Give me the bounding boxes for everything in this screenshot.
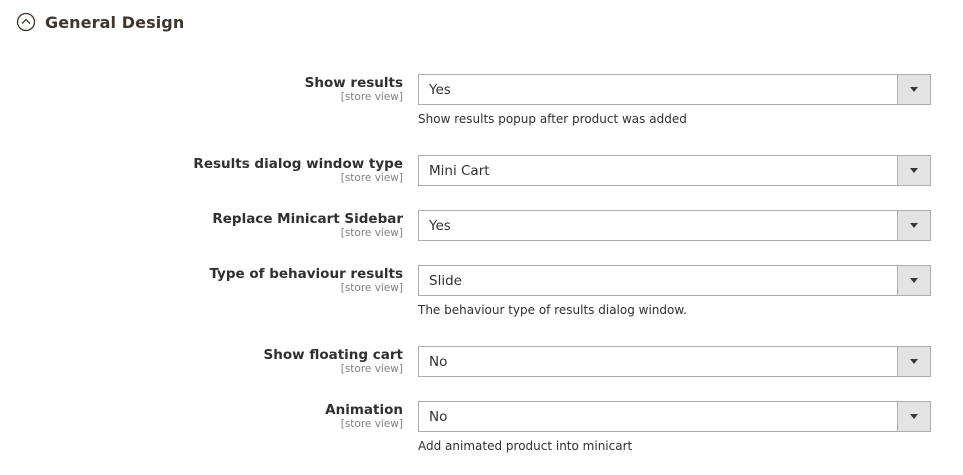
field-label-group: Animation [store view] bbox=[325, 401, 403, 430]
scope-label: [store view] bbox=[340, 172, 403, 184]
section-header-general-design[interactable]: General Design bbox=[16, 8, 184, 36]
scope-label: [store view] bbox=[340, 227, 403, 239]
chevron-down-icon bbox=[910, 87, 918, 92]
results-dialog-window-type-select[interactable]: Mini Cart bbox=[418, 155, 931, 186]
scope-label: [store view] bbox=[340, 363, 403, 375]
section-title: General Design bbox=[45, 12, 185, 32]
field-label: Animation bbox=[325, 402, 403, 418]
field-label-group: Show results [store view] bbox=[305, 74, 403, 103]
show-floating-cart-select[interactable]: No bbox=[418, 346, 931, 377]
scope-label: [store view] bbox=[340, 282, 403, 294]
show-results-select[interactable]: Yes bbox=[418, 74, 931, 105]
field-label-group: Replace Minicart Sidebar [store view] bbox=[212, 210, 403, 239]
dropdown-arrow-button[interactable] bbox=[897, 347, 930, 376]
field-note: Add animated product into minicart bbox=[418, 439, 633, 453]
field-label: Results dialog window type bbox=[193, 156, 403, 172]
type-of-behaviour-results-select[interactable]: Slide bbox=[418, 265, 931, 296]
select-value: Slide bbox=[429, 273, 462, 289]
select-value: No bbox=[429, 409, 448, 425]
scope-label: [store view] bbox=[340, 418, 403, 430]
select-value: No bbox=[429, 354, 448, 370]
chevron-down-icon bbox=[910, 414, 918, 419]
dropdown-arrow-button[interactable] bbox=[897, 75, 930, 104]
field-label-group: Type of behaviour results [store view] bbox=[209, 265, 403, 294]
chevron-down-icon bbox=[910, 168, 918, 173]
dropdown-arrow-button[interactable] bbox=[897, 266, 930, 295]
select-value: Mini Cart bbox=[429, 163, 490, 179]
scope-label: [store view] bbox=[340, 91, 403, 103]
field-note: The behaviour type of results dialog win… bbox=[418, 303, 687, 317]
field-note: Show results popup after product was add… bbox=[418, 112, 687, 126]
select-value: Yes bbox=[429, 218, 451, 234]
dropdown-arrow-button[interactable] bbox=[897, 156, 930, 185]
field-label-group: Results dialog window type [store view] bbox=[193, 155, 403, 184]
field-label: Replace Minicart Sidebar bbox=[212, 211, 403, 227]
field-label-group: Show floating cart [store view] bbox=[264, 346, 403, 375]
animation-select[interactable]: No bbox=[418, 401, 931, 432]
chevron-down-icon bbox=[910, 278, 918, 283]
field-label: Show floating cart bbox=[263, 347, 403, 363]
config-page: General Design Show results [store view]… bbox=[0, 0, 963, 475]
field-label: Show results bbox=[304, 75, 403, 91]
select-value: Yes bbox=[429, 82, 451, 98]
dropdown-arrow-button[interactable] bbox=[897, 211, 930, 240]
replace-minicart-sidebar-select[interactable]: Yes bbox=[418, 210, 931, 241]
collapse-up-icon[interactable] bbox=[16, 12, 36, 32]
chevron-down-icon bbox=[910, 223, 918, 228]
dropdown-arrow-button[interactable] bbox=[897, 402, 930, 431]
field-label: Type of behaviour results bbox=[209, 266, 403, 282]
chevron-down-icon bbox=[910, 359, 918, 364]
